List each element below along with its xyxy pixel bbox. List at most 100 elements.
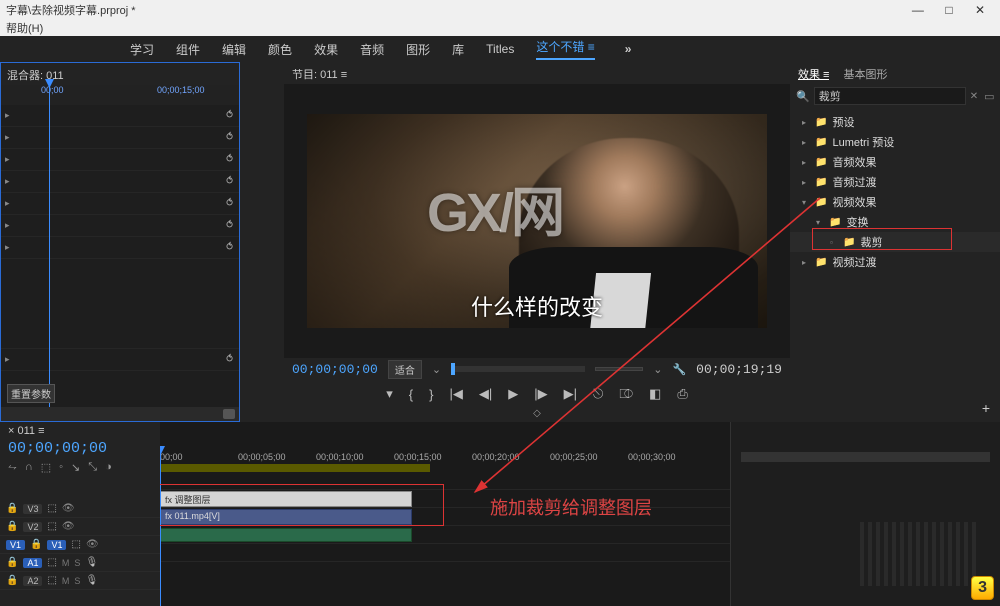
tab-titles[interactable]: Titles (486, 42, 514, 56)
menu-help[interactable]: 帮助(H) (6, 23, 43, 35)
source-ruler[interactable]: 00;00 00;00;15;00 (1, 85, 239, 105)
video-track-header[interactable]: V1🔒V1⬚👁 (0, 536, 160, 554)
timeline-body[interactable]: 00;0000;00;05;0000;00;10;0000;00;15;0000… (160, 422, 730, 606)
source-scrollbar[interactable] (1, 407, 239, 421)
source-param-row[interactable]: ▸⥀ (1, 171, 239, 193)
effects-tree-item[interactable]: ▸📁Lumetri 预设 (790, 132, 1000, 152)
timeline-ruler-tick: 00;00;20;00 (472, 452, 520, 462)
preset-icon-1[interactable]: ▭ (984, 90, 994, 103)
effects-tree-item[interactable]: ▸📁预设 (790, 112, 1000, 132)
effects-tree-item[interactable]: ▾📁变换 (790, 212, 1000, 232)
clip-video[interactable]: fx 011.mp4[V] (160, 509, 412, 525)
video-track-header[interactable]: 🔒V2⬚👁 (0, 518, 160, 536)
timeline-ruler[interactable]: 00;0000;00;05;0000;00;10;0000;00;15;0000… (160, 450, 730, 472)
step-back-button[interactable]: ◀| (479, 386, 492, 402)
wrench-icon[interactable]: 🔧 (672, 363, 686, 376)
res-select[interactable] (595, 367, 643, 371)
export-frame-button[interactable]: ◧ (649, 386, 661, 402)
window-max-button[interactable]: □ (935, 3, 963, 17)
effects-tree-item[interactable]: ▸📁音频过渡 (790, 172, 1000, 192)
timeline-tool-6[interactable]: ◑ (105, 461, 112, 474)
timeline-tool-0[interactable]: ⥊ (8, 461, 17, 474)
tab-custom-active[interactable]: 这个不错 ≡ (536, 38, 594, 60)
extract-button[interactable]: ⎄ (619, 386, 633, 402)
source-param-row[interactable]: ▸⥀ (1, 193, 239, 215)
zoom-chevron-icon[interactable]: ⌄ (432, 363, 441, 376)
tab-effects-panel[interactable]: 效果 ≡ (798, 66, 829, 80)
effects-tree-item[interactable]: ▾📁视频效果 (790, 192, 1000, 212)
track-a2-row[interactable] (160, 544, 730, 562)
effects-tree-item[interactable]: ▫📁裁剪 (790, 232, 1000, 252)
tab-effects[interactable]: 效果 (314, 41, 338, 58)
window-close-button[interactable]: ✕ (966, 3, 994, 17)
fit-select[interactable]: 适合 (388, 360, 422, 379)
audio-track-header[interactable]: 🔒A2⬚MS🎙 (0, 572, 160, 590)
video-frame: GX/网 什么样的改变 (307, 92, 767, 350)
effects-search-input[interactable] (814, 87, 966, 105)
button-editor-button[interactable]: ⎙ (677, 386, 687, 402)
source-param-row[interactable]: ▸⥀ (1, 149, 239, 171)
source-param-row[interactable]: ▸⥀ (1, 237, 239, 259)
menubar[interactable]: 帮助(H) (0, 20, 1000, 36)
watermark-text: GX/网 (427, 168, 562, 247)
window-title: 字幕\去除视频字幕.prproj * (6, 2, 136, 18)
timeline-tool-1[interactable]: ∩ (25, 461, 33, 474)
track-a1-row[interactable] (160, 526, 730, 544)
tab-essential-graphics[interactable]: 基本图形 (843, 66, 887, 80)
timeline-tool-2[interactable]: ⬚ (41, 461, 51, 474)
source-param-row[interactable]: ▸⥀ (1, 105, 239, 127)
tab-edit[interactable]: 编辑 (222, 41, 246, 58)
clip-audio[interactable] (160, 528, 412, 542)
source-playhead[interactable] (49, 83, 50, 407)
mark-in-button[interactable]: { (409, 387, 413, 402)
play-button[interactable]: ▶ (508, 386, 518, 402)
tabs-overflow[interactable]: » (625, 42, 632, 56)
reset-params-button[interactable]: 重置参数 (7, 384, 55, 403)
source-param-row[interactable]: ▸⥀ (1, 215, 239, 237)
go-in-button[interactable]: |◀ (449, 386, 462, 402)
sequence-tab[interactable]: × 011 ≡ (0, 422, 160, 440)
timeline-tool-5[interactable]: ⤡ (88, 461, 97, 474)
tab-color[interactable]: 颜色 (268, 41, 292, 58)
tab-library[interactable]: 库 (452, 41, 464, 58)
step-badge: 3 (971, 576, 994, 600)
clear-search-button[interactable]: ✕ (970, 91, 978, 102)
annotation-text: 施加裁剪给调整图层 (490, 494, 652, 520)
effects-panel: 效果 ≡ 基本图形 🔍 ✕ ▭ ▭ ▭ ▸📁预设▸📁Lumetri 预设▸📁音频… (790, 62, 1000, 422)
track-v3-row[interactable] (160, 472, 730, 490)
timeline-tool-3[interactable]: ◦ (59, 461, 63, 474)
timeline-timecode[interactable]: 00;00;00;00 (0, 440, 160, 457)
go-out-button[interactable]: ▶| (564, 386, 577, 402)
window-min-button[interactable]: — (904, 3, 932, 17)
tab-learn[interactable]: 学习 (130, 41, 154, 58)
program-marker-bar[interactable]: ◇ (284, 408, 790, 422)
program-viewer[interactable]: GX/网 什么样的改变 (284, 84, 790, 358)
new-bin-button[interactable]: + (982, 400, 990, 416)
tab-assembly[interactable]: 组件 (176, 41, 200, 58)
res-chevron-icon[interactable]: ⌄ (653, 363, 662, 376)
source-panel-title[interactable]: 混合器: 011 (1, 63, 239, 85)
step-fwd-button[interactable]: |▶ (534, 386, 547, 402)
effects-tree-item[interactable]: ▸📁视频过渡 (790, 252, 1000, 272)
audio-track-header[interactable]: 🔒A1⬚MS🎙 (0, 554, 160, 572)
tab-graphics[interactable]: 图形 (406, 41, 430, 58)
clip-adjustment-layer[interactable]: fx 调整图层 (160, 491, 412, 507)
timeline-ruler-tick: 00;00;30;00 (628, 452, 676, 462)
effects-tree-item[interactable]: ▸📁音频效果 (790, 152, 1000, 172)
source-tracks: ▸⥀▸⥀▸⥀▸⥀▸⥀▸⥀▸⥀▸⥀ (1, 105, 239, 407)
source-param-row[interactable]: ▸⥀ (1, 349, 239, 371)
tab-audio[interactable]: 音频 (360, 41, 384, 58)
timeline-tool-4[interactable]: ↘ (71, 461, 80, 474)
lift-button[interactable]: ⎋ (593, 386, 603, 402)
timeline-playhead[interactable] (160, 450, 161, 606)
mark-out-button[interactable]: } (429, 387, 433, 402)
program-timecode[interactable]: 00;00;00;00 (292, 362, 378, 377)
add-marker-button[interactable]: ▾ (386, 386, 393, 402)
timeline-ruler-tick: 00;00;05;00 (238, 452, 286, 462)
work-area-bar[interactable] (160, 464, 430, 472)
program-title[interactable]: 节目: 011 ≡ (284, 62, 790, 84)
program-scrubber[interactable] (451, 366, 585, 372)
audio-track-mini[interactable] (741, 452, 990, 462)
video-track-header[interactable]: 🔒V3⬚👁 (0, 500, 160, 518)
source-param-row[interactable]: ▸⥀ (1, 127, 239, 149)
